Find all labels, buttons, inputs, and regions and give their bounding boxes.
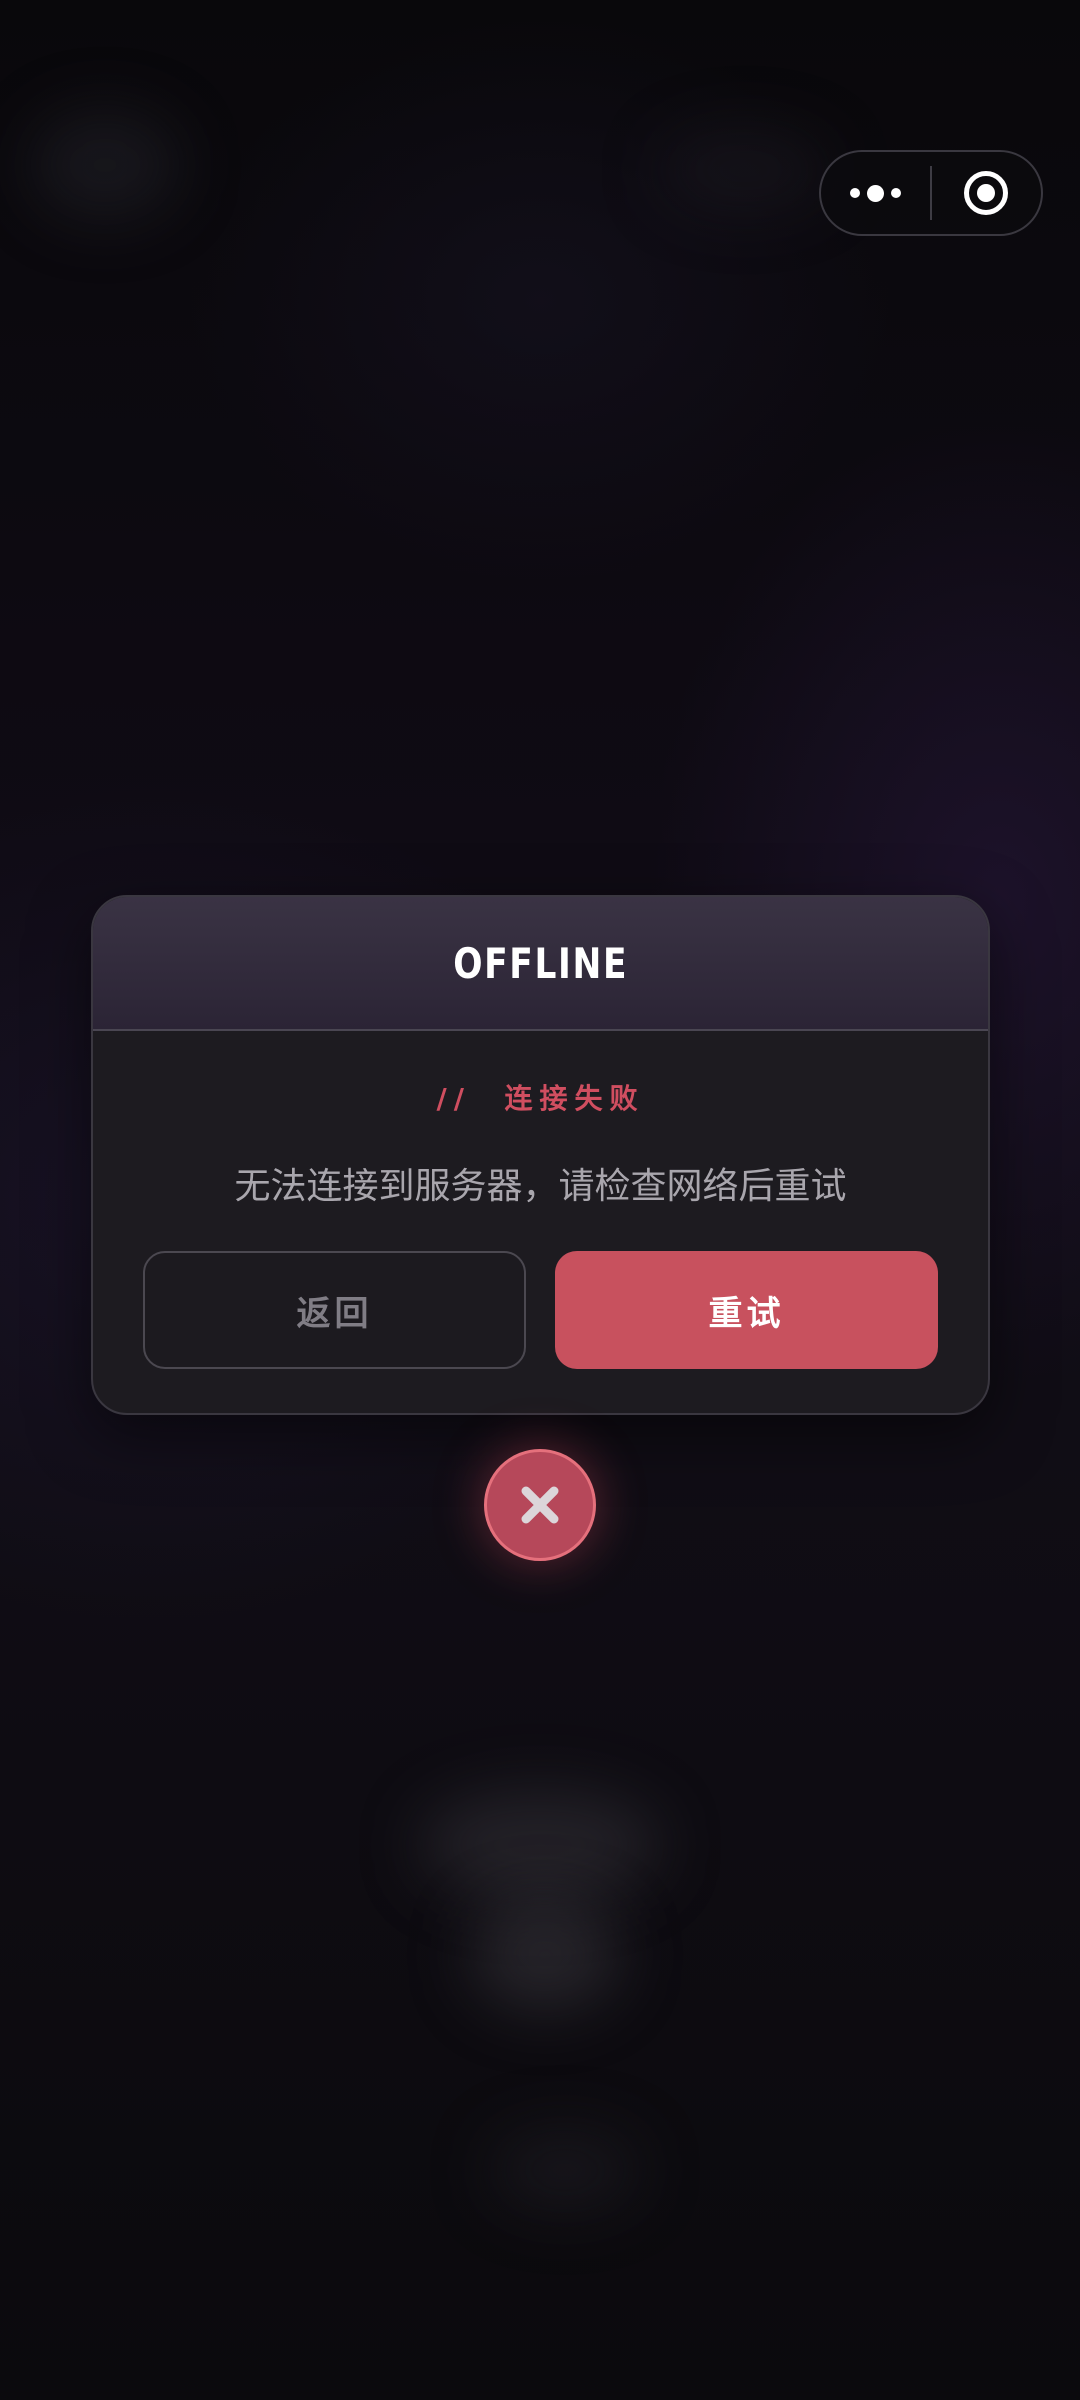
dialog-subtitle: // 连接失败 xyxy=(436,1082,645,1115)
dialog-message: 无法连接到服务器，请检查网络后重试 xyxy=(234,1166,847,1207)
dialog-title: OFFLINE xyxy=(453,938,628,988)
background-blur-shape xyxy=(420,1790,660,1900)
dialog-header: OFFLINE xyxy=(93,897,988,1031)
background-blur-shape xyxy=(490,2130,640,2210)
background-blur-shape xyxy=(660,130,830,210)
offline-dialog: OFFLINE // 连接失败 无法连接到服务器，请检查网络后重试 返回 重试 xyxy=(91,895,990,1415)
more-button[interactable] xyxy=(821,152,930,234)
more-dots-icon xyxy=(850,184,901,202)
exit-button[interactable] xyxy=(932,152,1041,234)
miniprogram-capsule-menu xyxy=(819,150,1043,236)
background-blur-shape xyxy=(30,110,180,220)
page-background: OFFLINE // 连接失败 无法连接到服务器，请检查网络后重试 返回 重试 xyxy=(0,0,1080,2400)
target-circle-icon xyxy=(964,171,1009,215)
close-button[interactable] xyxy=(484,1449,596,1561)
close-icon xyxy=(521,1486,559,1524)
background-blur-shape xyxy=(470,1900,620,2010)
dialog-button-row: 返回 重试 xyxy=(143,1251,938,1369)
back-button[interactable]: 返回 xyxy=(143,1251,526,1369)
retry-button[interactable]: 重试 xyxy=(555,1251,938,1369)
